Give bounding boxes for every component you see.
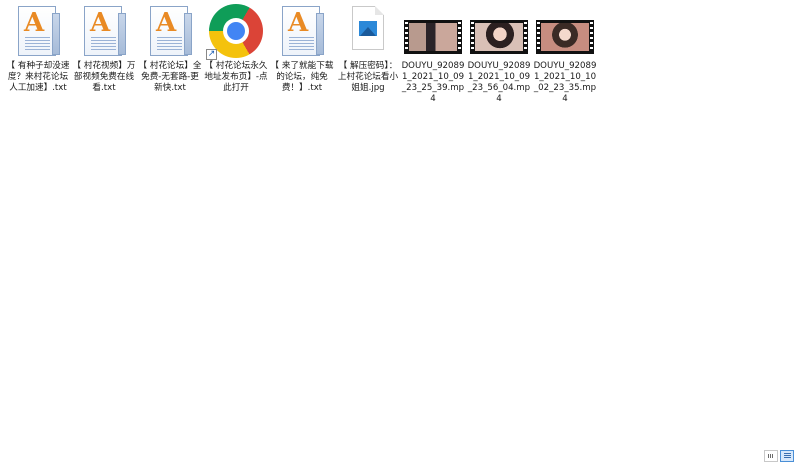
file-name: 【 村花论坛】全免费-无套路-更新快.txt (138, 61, 202, 93)
file-item[interactable]: ↗ 【 村花论坛永久地址发布页】-点此打开 (203, 2, 269, 94)
file-item[interactable]: DOUYU_920891_2021_10_09_23_25_39.mp4 (400, 2, 466, 105)
file-name: 【 来了就能下载的论坛，纯免费！】.txt (270, 61, 334, 93)
file-name: 【 村花论坛永久地址发布页】-点此打开 (204, 61, 268, 93)
text-document-icon: A (74, 2, 134, 60)
video-thumbnail (535, 2, 595, 60)
video-thumbnail (403, 2, 463, 60)
file-item[interactable]: A 【 村花视频】万部视频免费在线看.txt (71, 2, 137, 94)
file-item[interactable]: DOUYU_920891_2021_10_10_02_23_35.mp4 (532, 2, 598, 105)
file-name: DOUYU_920891_2021_10_10_02_23_35.mp4 (533, 61, 597, 104)
image-file-icon (338, 2, 398, 60)
chrome-shortcut-icon: ↗ (206, 2, 266, 60)
large-icons-view-icon[interactable] (780, 450, 794, 462)
file-item[interactable]: 【 解压密码】：上村花论坛看小姐姐.jpg (335, 2, 401, 94)
file-name: 【 有种子却没速度？来村花论坛人工加速】.txt (6, 61, 70, 93)
video-thumbnail (469, 2, 529, 60)
file-name: DOUYU_920891_2021_10_09_23_25_39.mp4 (401, 61, 465, 104)
text-document-icon: A (140, 2, 200, 60)
shortcut-arrow-icon: ↗ (206, 49, 217, 60)
view-switcher (764, 450, 794, 462)
file-item[interactable]: A 【 村花论坛】全免费-无套路-更新快.txt (137, 2, 203, 94)
file-item[interactable]: A 【 有种子却没速度？来村花论坛人工加速】.txt (5, 2, 71, 94)
text-document-icon: A (272, 2, 332, 60)
file-name: 【 解压密码】：上村花论坛看小姐姐.jpg (337, 61, 399, 93)
text-document-icon: A (8, 2, 68, 60)
details-view-icon[interactable] (764, 450, 778, 462)
file-name: 【 村花视频】万部视频免费在线看.txt (72, 61, 136, 93)
file-item[interactable]: DOUYU_920891_2021_10_09_23_56_04.mp4 (466, 2, 532, 105)
file-list: A 【 有种子却没速度？来村花论坛人工加速】.txt A 【 村花视频】万部视频… (0, 0, 800, 445)
file-item[interactable]: A 【 来了就能下载的论坛，纯免费！】.txt (269, 2, 335, 94)
file-name: DOUYU_920891_2021_10_09_23_56_04.mp4 (467, 61, 531, 104)
